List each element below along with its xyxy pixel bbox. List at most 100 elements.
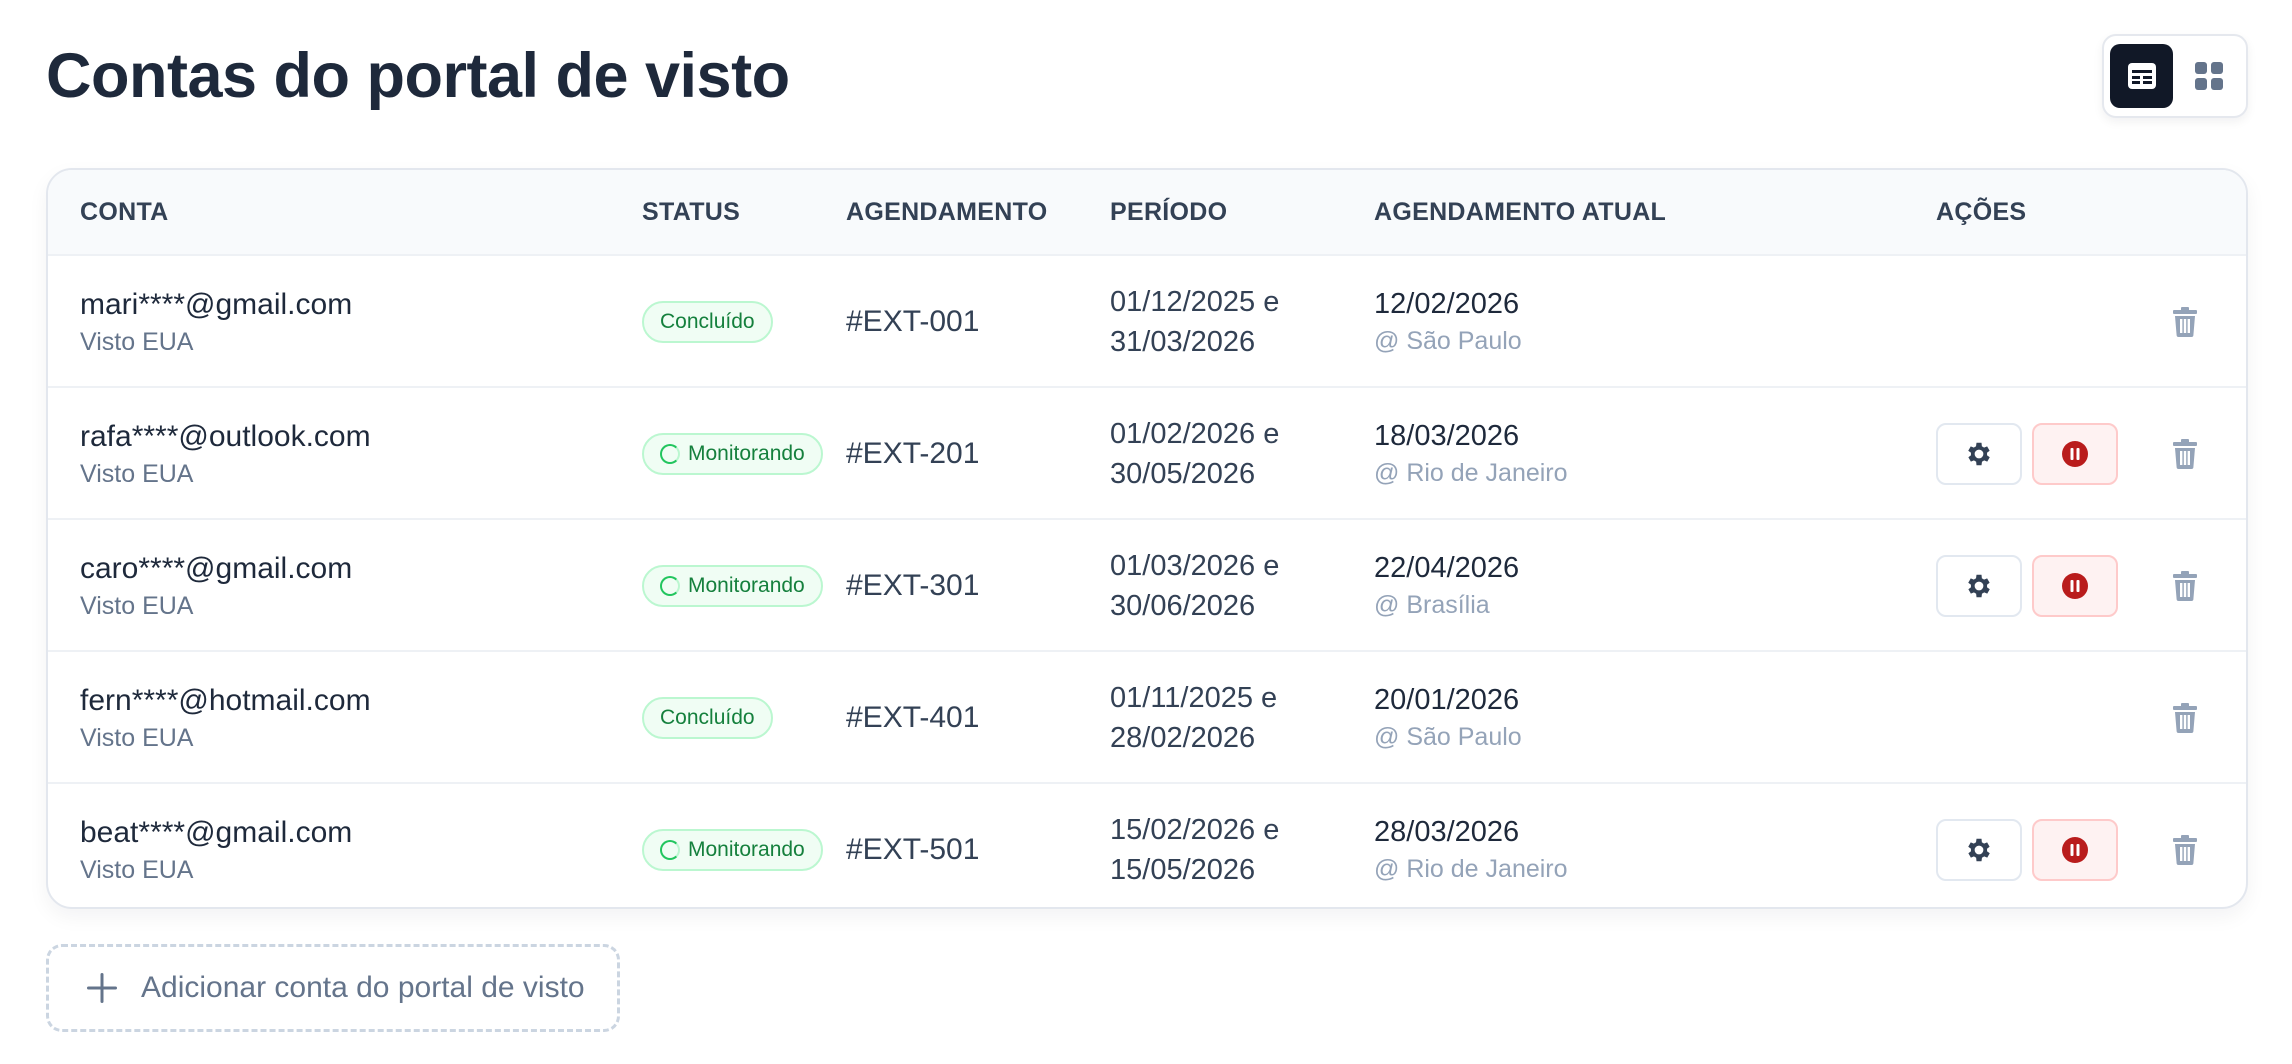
account-cell: beat****@gmail.com Visto EUA	[80, 784, 353, 907]
settings-button[interactable]	[1936, 423, 2022, 485]
spinner-icon	[660, 444, 680, 464]
col-header-actions: AÇÕES	[1936, 197, 2027, 226]
current-schedule-cell: 20/01/2026 @ São Paulo	[1374, 652, 1522, 784]
pause-button[interactable]	[2032, 423, 2118, 485]
schedule-ref: #EXT-001	[846, 305, 980, 338]
gear-icon	[1968, 574, 1990, 598]
status-badge: Concluído	[642, 697, 773, 739]
schedule-cell: #EXT-401	[846, 652, 979, 784]
status-badge: Monitorando	[642, 433, 823, 475]
schedule-ref: #EXT-301	[846, 569, 980, 602]
current-schedule-cell: 12/02/2026 @ São Paulo	[1374, 256, 1522, 388]
settings-button[interactable]	[1936, 819, 2022, 881]
status-label: Monitorando	[688, 442, 805, 465]
pause-button[interactable]	[2032, 555, 2118, 617]
period-cell: 01/03/2026 e 30/06/2026	[1110, 520, 1279, 652]
pause-button[interactable]	[2032, 819, 2118, 881]
settings-button[interactable]	[1936, 555, 2022, 617]
schedule-cell: #EXT-201	[846, 388, 979, 520]
schedule-ref: #EXT-401	[846, 701, 980, 734]
schedule-ref: #EXT-201	[846, 437, 980, 470]
account-email: fern****@hotmail.com	[80, 683, 371, 717]
appointment-location: @ Rio de Janeiro	[1374, 459, 1568, 487]
table-row: caro****@gmail.com Visto EUA Monitorando #E…	[48, 518, 2246, 650]
delete-button[interactable]	[2172, 388, 2198, 520]
current-schedule-cell: 28/03/2026 @ Rio de Janeiro	[1374, 784, 1568, 907]
spinner-icon	[660, 840, 680, 860]
add-account-button[interactable]: Adicionar conta do portal de visto	[46, 944, 620, 1032]
schedule-ref: #EXT-501	[846, 833, 980, 866]
table-body: mari****@gmail.com Visto EUA Concluído #EXT…	[48, 254, 2246, 907]
status-badge: Concluído	[642, 301, 773, 343]
period-cell: 01/12/2025 e 31/03/2026	[1110, 256, 1279, 388]
col-header-account: CONTA	[80, 197, 169, 226]
delete-button[interactable]	[2172, 256, 2198, 388]
visa-type: Visto EUA	[80, 723, 194, 752]
schedule-cell: #EXT-301	[846, 520, 979, 652]
period-cell: 01/11/2025 e 28/02/2026	[1110, 652, 1277, 784]
table-row: fern****@hotmail.com Visto EUA Concluído #E…	[48, 650, 2246, 782]
schedule-cell: #EXT-501	[846, 784, 980, 907]
accounts-table: CONTA STATUS AGENDAMENTO PERÍODO AGENDAM…	[46, 168, 2248, 909]
status-badge: Monitorando	[642, 565, 823, 607]
status-cell: Concluído	[642, 256, 773, 388]
period-end: 31/03/2026	[1110, 326, 1256, 358]
add-account-label: Adicionar conta do portal de visto	[141, 971, 585, 1004]
table-view-icon	[2127, 63, 2156, 89]
pause-icon	[2062, 441, 2088, 467]
status-label: Monitorando	[688, 838, 805, 861]
page-title: Contas do portal de visto	[46, 41, 790, 111]
account-cell: fern****@hotmail.com Visto EUA	[80, 652, 371, 784]
period-start: 01/03/2026 e	[1110, 550, 1280, 582]
table-header: CONTA STATUS AGENDAMENTO PERÍODO AGENDAM…	[48, 170, 2246, 254]
appointment-location: @ São Paulo	[1374, 327, 1522, 355]
account-cell: caro****@gmail.com Visto EUA	[80, 520, 352, 652]
delete-button[interactable]	[2172, 652, 2198, 784]
col-header-schedule: AGENDAMENTO	[846, 197, 1048, 226]
table-view-button[interactable]	[2110, 44, 2173, 108]
status-badge: Monitorando	[642, 829, 823, 871]
appointment-location: @ Brasília	[1374, 591, 1490, 619]
schedule-cell: #EXT-001	[846, 256, 979, 388]
trash-icon	[2173, 835, 2197, 865]
period-end: 28/02/2026	[1110, 722, 1256, 754]
status-label: Monitorando	[688, 574, 805, 597]
view-toggle	[2102, 34, 2248, 118]
grid-view-button[interactable]	[2177, 44, 2240, 108]
row-actions	[1936, 555, 2118, 617]
visa-type: Visto EUA	[80, 855, 194, 884]
table-row: beat****@gmail.com Visto EUA Monitorando #E…	[48, 782, 2246, 907]
status-cell: Concluído	[642, 652, 773, 784]
gear-icon	[1968, 838, 1990, 862]
delete-button[interactable]	[2172, 784, 2198, 907]
gear-icon	[1968, 442, 1990, 466]
appointment-location: @ Rio de Janeiro	[1374, 855, 1568, 883]
period-start: 01/02/2026 e	[1110, 418, 1280, 450]
table-row: rafa****@outlook.com Visto EUA Monitorando…	[48, 386, 2246, 518]
period-start: 15/02/2026 e	[1110, 814, 1280, 846]
current-schedule-cell: 18/03/2026 @ Rio de Janeiro	[1374, 388, 1568, 520]
status-label: Concluído	[660, 706, 755, 729]
period-start: 01/12/2025 e	[1110, 286, 1280, 318]
appointment-date: 28/03/2026	[1374, 816, 1520, 848]
spinner-icon	[660, 576, 680, 596]
status-cell: Monitorando	[642, 784, 823, 907]
account-email: beat****@gmail.com	[80, 815, 353, 849]
trash-icon	[2173, 703, 2197, 733]
actions-cell	[1936, 520, 2118, 652]
trash-icon	[2173, 571, 2197, 601]
appointment-date: 22/04/2026	[1374, 552, 1520, 584]
period-end: 15/05/2026	[1110, 854, 1256, 886]
account-cell: mari****@gmail.com Visto EUA	[80, 256, 352, 388]
appointment-date: 12/02/2026	[1374, 288, 1520, 320]
row-actions	[1936, 819, 2118, 881]
pause-icon	[2062, 837, 2088, 863]
appointment-location: @ São Paulo	[1374, 723, 1522, 751]
col-header-current-schedule: AGENDAMENTO ATUAL	[1374, 197, 1667, 226]
visa-type: Visto EUA	[80, 591, 194, 620]
visa-type: Visto EUA	[80, 459, 194, 488]
plus-icon	[87, 973, 117, 1003]
status-cell: Monitorando	[642, 388, 823, 520]
status-cell: Monitorando	[642, 520, 823, 652]
delete-button[interactable]	[2172, 520, 2198, 652]
